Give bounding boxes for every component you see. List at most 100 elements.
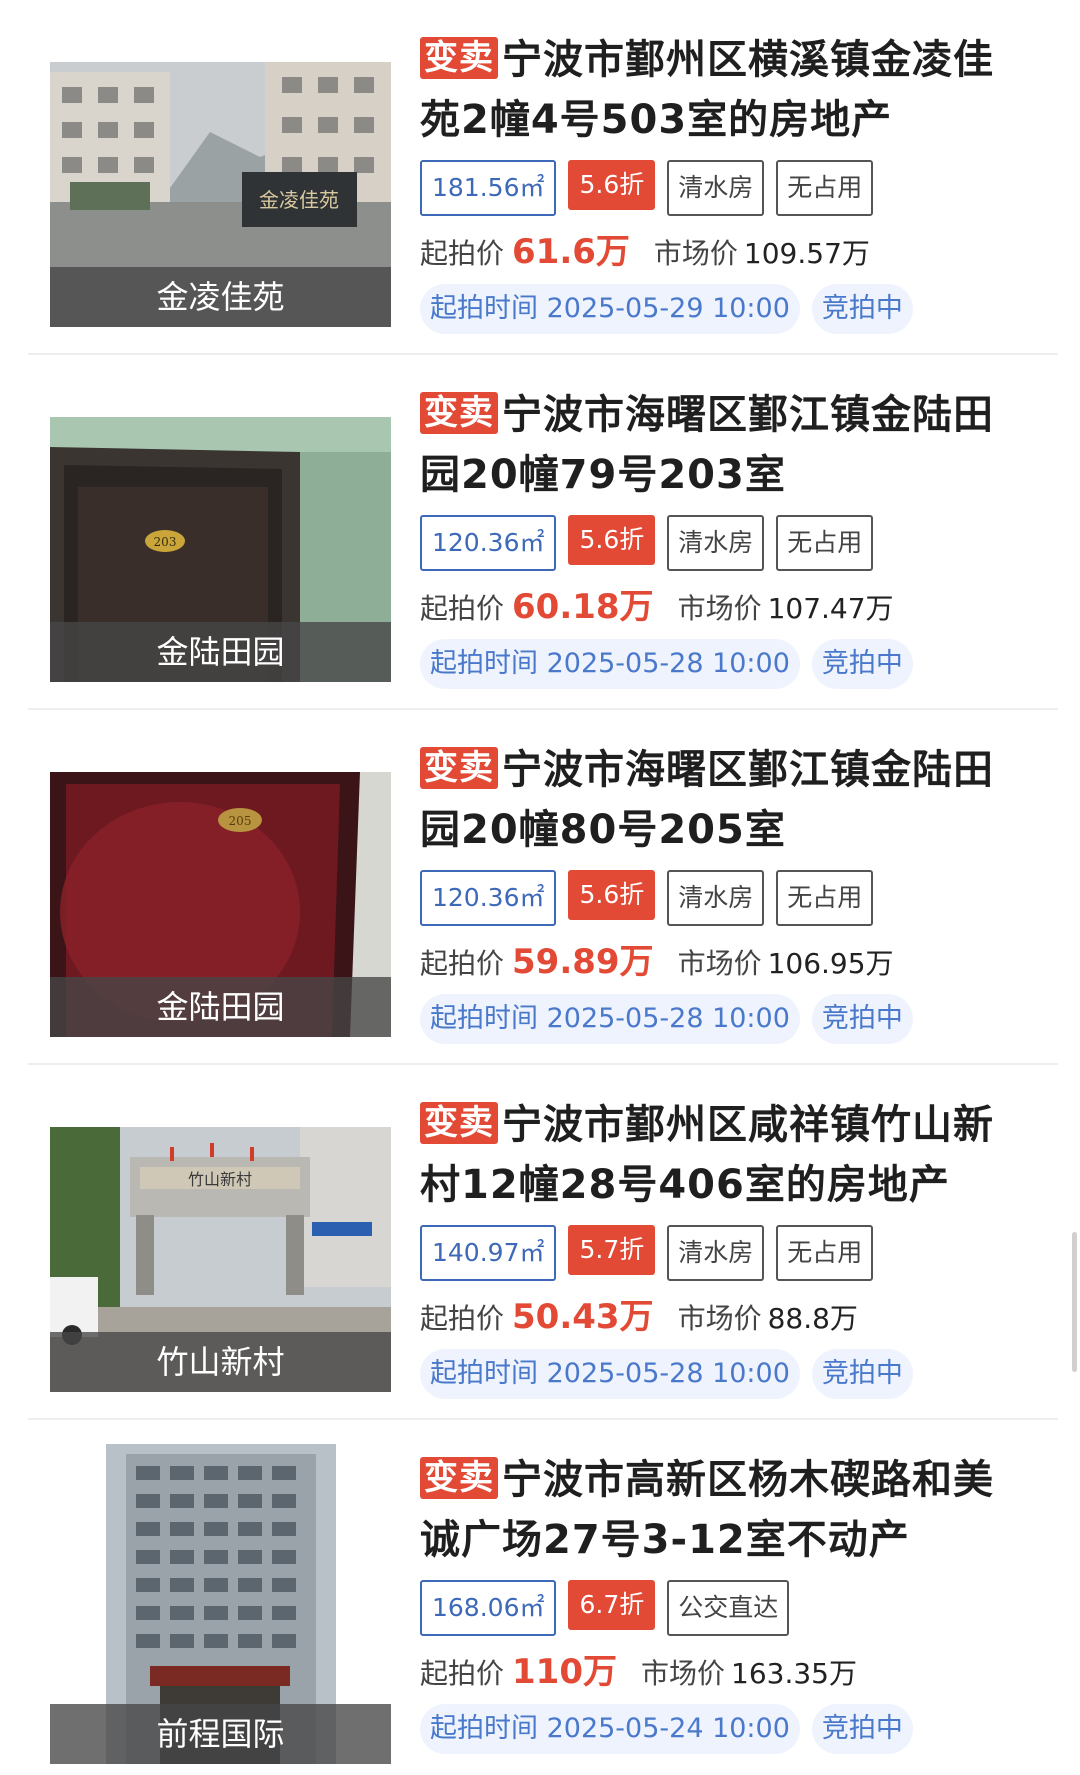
auction-time-pill: 起拍时间 2025-05-29 10:00 xyxy=(420,284,800,334)
price-row: 起拍价 60.18万 市场价 107.47万 xyxy=(420,579,1020,635)
sale-tag: 变卖 xyxy=(420,747,498,789)
feature-chip: 无占用 xyxy=(776,160,874,216)
start-price-label: 起拍价 xyxy=(420,237,505,270)
area-chip: 181.56㎡ xyxy=(420,160,557,216)
market-price-value: 107.47万 xyxy=(767,592,894,625)
door-number-text: 203 xyxy=(154,535,177,549)
listing-card[interactable]: 前程国际 变卖 宁波市高新区杨木碶路和美诚广场27号3-12室不动产 168.06… xyxy=(28,1420,1058,1775)
feature-chip: 清水房 xyxy=(667,160,765,216)
photo-caption: 金陆田园 xyxy=(50,977,391,1037)
market-price-label: 市场价 xyxy=(677,1302,762,1335)
price-row: 起拍价 61.6万 市场价 109.57万 xyxy=(420,224,1020,280)
sale-tag: 变卖 xyxy=(420,1102,498,1144)
listing-card[interactable]: 203 金陆田园 变卖 宁波市海曙区鄞江镇金陆田园20幢79号203室 120.3… xyxy=(28,355,1058,710)
discount-chip: 5.6折 xyxy=(568,870,656,920)
auction-time-pill: 起拍时间 2025-05-28 10:00 xyxy=(420,994,800,1044)
photo-caption: 前程国际 xyxy=(50,1704,391,1764)
start-price-label: 起拍价 xyxy=(420,947,505,980)
auction-status-pill: 竞拍中 xyxy=(811,1704,913,1754)
discount-chip: 5.7折 xyxy=(568,1225,656,1275)
start-price-value: 50.43万 xyxy=(512,1297,654,1337)
feature-chip: 清水房 xyxy=(667,515,765,571)
property-photo[interactable]: 205 金陆田园 xyxy=(50,772,391,1037)
price-row: 起拍价 59.89万 市场价 106.95万 xyxy=(420,934,1020,990)
price-row: 起拍价 110万 市场价 163.35万 xyxy=(420,1644,1020,1700)
listing-title-text: 宁波市鄞州区横溪镇金凌佳苑2幢4号503室的房地产 xyxy=(420,37,994,143)
listing-tags: 181.56㎡ 5.6折 清水房 无占用 xyxy=(420,160,1020,222)
sale-tag: 变卖 xyxy=(420,37,498,79)
auction-status-pill: 竞拍中 xyxy=(811,994,913,1044)
listing-title[interactable]: 变卖 宁波市高新区杨木碶路和美诚广场27号3-12室不动产 xyxy=(420,1450,1020,1570)
feature-chip: 清水房 xyxy=(667,870,765,926)
start-price-value: 110万 xyxy=(512,1652,617,1692)
listing-info: 变卖 宁波市高新区杨木碶路和美诚广场27号3-12室不动产 168.06㎡ 6.7折… xyxy=(420,1450,1020,1756)
market-price-value: 163.35万 xyxy=(731,1657,857,1690)
listing-card[interactable]: 205 金陆田园 变卖 宁波市海曙区鄞江镇金陆田园20幢80号205室 120.3… xyxy=(28,710,1058,1065)
feature-chip: 公交直达 xyxy=(667,1580,790,1636)
listing-title-text: 宁波市鄞州区咸祥镇竹山新村12幢28号406室的房地产 xyxy=(420,1102,994,1208)
feature-chip: 无占用 xyxy=(776,1225,874,1281)
listing-title-text: 宁波市高新区杨木碶路和美诚广场27号3-12室不动产 xyxy=(420,1457,994,1563)
discount-chip: 5.6折 xyxy=(568,515,656,565)
start-price-label: 起拍价 xyxy=(420,1302,505,1335)
discount-chip: 6.7折 xyxy=(568,1580,656,1630)
auction-time-pill: 起拍时间 2025-05-28 10:00 xyxy=(420,1349,800,1399)
price-row: 起拍价 50.43万 市场价 88.8万 xyxy=(420,1289,1020,1345)
listing-title[interactable]: 变卖 宁波市海曙区鄞江镇金陆田园20幢79号203室 xyxy=(420,385,1020,505)
area-chip: 168.06㎡ xyxy=(420,1580,557,1636)
sale-tag: 变卖 xyxy=(420,392,498,434)
property-photo[interactable]: 竹山新村 竹山新村 xyxy=(50,1127,391,1392)
listing-tags: 120.36㎡ 5.6折 清水房 无占用 xyxy=(420,515,1020,577)
auction-status-pill: 竞拍中 xyxy=(811,1349,913,1399)
listing-title-text: 宁波市海曙区鄞江镇金陆田园20幢80号205室 xyxy=(420,747,994,853)
market-price-value: 109.57万 xyxy=(743,237,870,270)
door-number-text: 205 xyxy=(229,814,252,828)
market-price-label: 市场价 xyxy=(677,592,762,625)
auction-status-pill: 竞拍中 xyxy=(811,284,913,334)
start-price-value: 59.89万 xyxy=(512,942,654,982)
market-price-value: 106.95万 xyxy=(767,947,894,980)
listing-tags: 168.06㎡ 6.7折 公交直达 xyxy=(420,1580,1020,1642)
market-price-label: 市场价 xyxy=(677,947,762,980)
start-price-label: 起拍价 xyxy=(420,592,505,625)
start-price-label: 起拍价 xyxy=(420,1657,505,1690)
listing-title[interactable]: 变卖 宁波市鄞州区咸祥镇竹山新村12幢28号406室的房地产 xyxy=(420,1095,1020,1215)
sale-tag: 变卖 xyxy=(420,1457,498,1499)
property-photo[interactable]: 金凌佳苑 金凌佳苑 xyxy=(50,62,391,327)
property-photo[interactable]: 203 金陆田园 xyxy=(50,417,391,682)
photo-caption: 金陆田园 xyxy=(50,622,391,682)
listing-title[interactable]: 变卖 宁波市海曙区鄞江镇金陆田园20幢80号205室 xyxy=(420,740,1020,860)
photo-caption: 金凌佳苑 xyxy=(50,267,391,327)
property-photo[interactable]: 前程国际 xyxy=(50,1444,391,1764)
listing-card[interactable]: 竹山新村 竹山新村 变卖 宁波市鄞州区咸祥镇竹山新村12幢28号406室的房地产 … xyxy=(28,1065,1058,1420)
property-sign-text: 金凌佳苑 xyxy=(259,188,339,212)
listing-title-text: 宁波市海曙区鄞江镇金陆田园20幢79号203室 xyxy=(420,392,994,498)
market-price-label: 市场价 xyxy=(641,1657,726,1690)
auction-meta: 起拍时间 2025-05-28 10:00 竞拍中 xyxy=(420,1349,1020,1401)
scrollbar[interactable] xyxy=(1072,1232,1077,1372)
auction-status-pill: 竞拍中 xyxy=(811,639,913,689)
area-chip: 120.36㎡ xyxy=(420,870,557,926)
photo-caption: 竹山新村 xyxy=(50,1332,391,1392)
listing-card[interactable]: 金凌佳苑 金凌佳苑 变卖 宁波市鄞州区横溪镇金凌佳苑2幢4号503室的房地产 18… xyxy=(28,0,1058,355)
listing-info: 变卖 宁波市鄞州区横溪镇金凌佳苑2幢4号503室的房地产 181.56㎡ 5.6折清… xyxy=(420,30,1020,336)
listing-title[interactable]: 变卖 宁波市鄞州区横溪镇金凌佳苑2幢4号503室的房地产 xyxy=(420,30,1020,150)
area-chip: 120.36㎡ xyxy=(420,515,557,571)
feature-chip: 无占用 xyxy=(776,870,874,926)
feature-chip: 无占用 xyxy=(776,515,874,571)
auction-meta: 起拍时间 2025-05-28 10:00 竞拍中 xyxy=(420,994,1020,1046)
start-price-value: 60.18万 xyxy=(512,587,654,627)
start-price-value: 61.6万 xyxy=(512,232,630,272)
market-price-value: 88.8万 xyxy=(767,1302,858,1335)
listing-info: 变卖 宁波市海曙区鄞江镇金陆田园20幢80号205室 120.36㎡ 5.6折 清水房… xyxy=(420,740,1020,1046)
listing-tags: 120.36㎡ 5.6折 清水房 无占用 xyxy=(420,870,1020,932)
auction-time-pill: 起拍时间 2025-05-28 10:00 xyxy=(420,639,800,689)
area-chip: 140.97㎡ xyxy=(420,1225,557,1281)
auction-meta: 起拍时间 2025-05-24 10:00 竞拍中 xyxy=(420,1704,1020,1756)
market-price-label: 市场价 xyxy=(653,237,738,270)
auction-time-pill: 起拍时间 2025-05-24 10:00 xyxy=(420,1704,800,1754)
gate-sign-text: 竹山新村 xyxy=(188,1170,252,1189)
listing-tags: 140.97㎡ 5.7折 清水房 无占用 xyxy=(420,1225,1020,1287)
auction-meta: 起拍时间 2025-05-29 10:00 竞拍中 xyxy=(420,284,1020,336)
listing-info: 变卖 宁波市鄞州区咸祥镇竹山新村12幢28号406室的房地产 140.97㎡ 5.7… xyxy=(420,1095,1020,1401)
